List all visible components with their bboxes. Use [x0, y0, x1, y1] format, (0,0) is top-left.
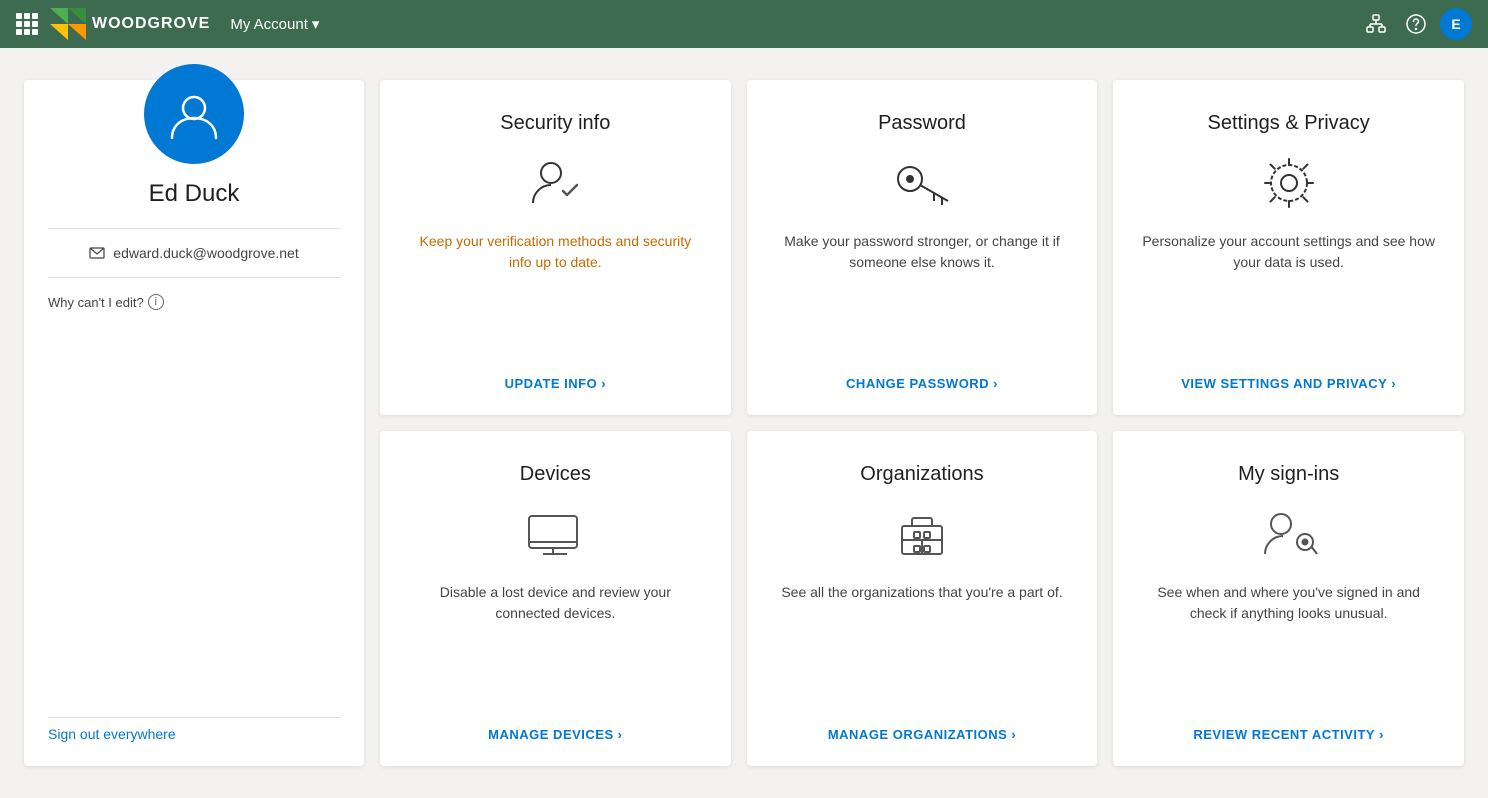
- profile-bottom: Sign out everywhere: [48, 701, 340, 766]
- card-desc-organizations: See all the organizations that you're a …: [781, 582, 1062, 711]
- card-desc-security-info: Keep your verification methods and secur…: [408, 231, 703, 360]
- card-desc-password: Make your password stronger, or change i…: [775, 231, 1070, 360]
- help-icon[interactable]: [1400, 8, 1432, 40]
- card-link-arrow: ›: [1379, 727, 1384, 742]
- app-grid-icon[interactable]: [16, 13, 38, 35]
- card-desc-my-sign-ins: See when and where you've signed in and …: [1141, 582, 1436, 711]
- user-avatar-button[interactable]: E: [1440, 8, 1472, 40]
- card-title-security-info: Security info: [500, 112, 610, 135]
- account-menu[interactable]: My Account ▾: [230, 15, 319, 33]
- card-link-settings-privacy[interactable]: VIEW SETTINGS AND PRIVACY ›: [1181, 376, 1396, 391]
- profile-divider-top: [48, 228, 340, 229]
- card-link-password[interactable]: CHANGE PASSWORD ›: [846, 376, 998, 391]
- chevron-down-icon: ▾: [312, 15, 320, 33]
- card-icon-security-info: [523, 151, 587, 215]
- card-link-my-sign-ins[interactable]: REVIEW RECENT ACTIVITY ›: [1193, 727, 1384, 742]
- logo-text: WOODGROVE: [92, 15, 210, 33]
- card-password: Password Make your password stronger, or…: [747, 80, 1098, 415]
- logo: WOODGROVE: [50, 8, 210, 40]
- profile-divider-mid: [48, 277, 340, 278]
- profile-email: edward.duck@woodgrove.net: [89, 245, 298, 261]
- profile-name: Ed Duck: [149, 180, 240, 208]
- card-icon-password: [890, 151, 954, 215]
- card-title-password: Password: [878, 112, 966, 135]
- profile-card: Ed Duck edward.duck@woodgrove.net Why ca…: [24, 80, 364, 766]
- card-security-info: Security info Keep your verification met…: [380, 80, 731, 415]
- card-icon-my-sign-ins: [1257, 502, 1321, 566]
- header-icons: E: [1360, 8, 1472, 40]
- card-link-arrow: ›: [993, 376, 998, 391]
- card-link-arrow: ›: [1391, 376, 1396, 391]
- app-header: WOODGROVE My Account ▾ E: [0, 0, 1488, 48]
- avatar: [144, 64, 244, 164]
- sign-out-link[interactable]: Sign out everywhere: [48, 717, 340, 742]
- card-link-arrow: ›: [618, 727, 623, 742]
- card-link-security-info[interactable]: UPDATE INFO ›: [505, 376, 607, 391]
- account-menu-label: My Account: [230, 16, 308, 33]
- card-icon-organizations: [890, 502, 954, 566]
- email-icon: [89, 247, 105, 259]
- card-title-settings-privacy: Settings & Privacy: [1208, 112, 1370, 135]
- card-title-my-sign-ins: My sign-ins: [1238, 463, 1339, 486]
- card-devices: Devices Disable a lost device and review…: [380, 431, 731, 766]
- org-chart-icon[interactable]: [1360, 8, 1392, 40]
- cards-grid: Security info Keep your verification met…: [380, 80, 1464, 766]
- main-content: Ed Duck edward.duck@woodgrove.net Why ca…: [0, 48, 1488, 798]
- card-desc-devices: Disable a lost device and review your co…: [408, 582, 703, 711]
- card-link-devices[interactable]: MANAGE DEVICES ›: [488, 727, 622, 742]
- edit-note: Why can't I edit? i: [48, 294, 164, 310]
- card-link-organizations[interactable]: MANAGE ORGANIZATIONS ›: [828, 727, 1016, 742]
- card-organizations: Organizations See all the organizations …: [747, 431, 1098, 766]
- card-icon-devices: [523, 502, 587, 566]
- card-title-devices: Devices: [520, 463, 591, 486]
- card-link-arrow: ›: [601, 376, 606, 391]
- card-link-arrow: ›: [1011, 727, 1016, 742]
- card-settings-privacy: Settings & Privacy Personalize your acco…: [1113, 80, 1464, 415]
- card-my-sign-ins: My sign-ins See when and where you've si…: [1113, 431, 1464, 766]
- info-icon: i: [148, 294, 164, 310]
- card-desc-settings-privacy: Personalize your account settings and se…: [1141, 231, 1436, 360]
- card-title-organizations: Organizations: [860, 463, 983, 486]
- card-icon-settings-privacy: [1257, 151, 1321, 215]
